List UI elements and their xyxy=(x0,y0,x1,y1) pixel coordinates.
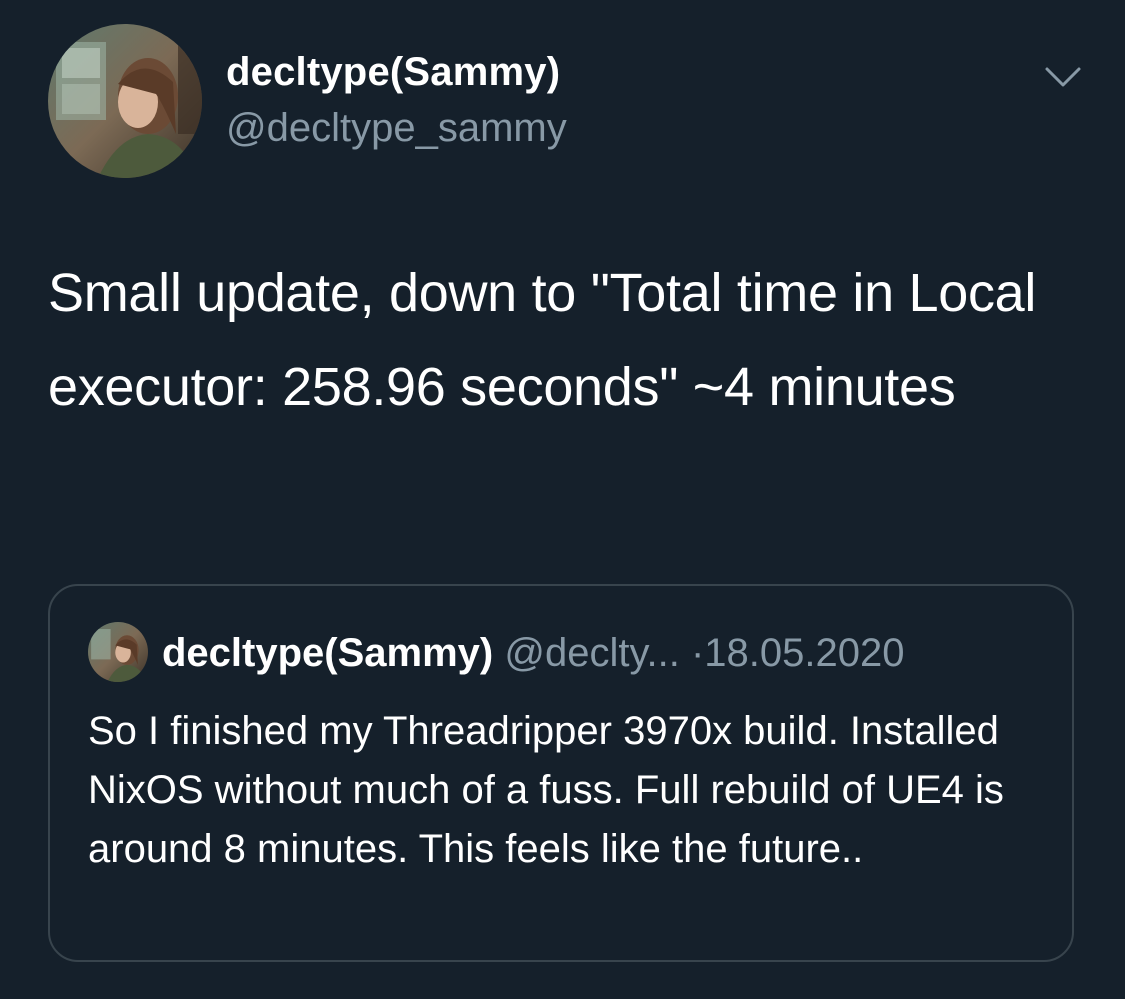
avatar-photo-icon xyxy=(88,622,148,682)
author-name[interactable]: decltype(Sammy) xyxy=(226,50,560,95)
quoted-tweet-card[interactable]: decltype(Sammy) @declty... ·18.05.2020 S… xyxy=(48,584,1074,962)
chevron-down-icon xyxy=(1045,67,1081,87)
avatar-photo-icon xyxy=(48,24,202,178)
quoted-tweet-header: decltype(Sammy) @declty... ·18.05.2020 xyxy=(162,628,904,678)
quoted-author-handle: @declty... xyxy=(504,631,680,675)
quoted-tweet-date: 18.05.2020 xyxy=(704,631,905,675)
tweet-menu-button[interactable] xyxy=(1040,60,1086,94)
author-handle[interactable]: @decltype_sammy xyxy=(226,106,567,151)
quoted-author-name: decltype(Sammy) xyxy=(162,631,494,675)
quoted-author-avatar xyxy=(88,622,148,682)
separator-dot: · xyxy=(690,631,705,675)
quoted-tweet-text: So I finished my Threadripper 3970x buil… xyxy=(88,709,1004,871)
tweet-text: Small update, down to "Total time in Loc… xyxy=(48,263,1037,417)
tweet: decltype(Sammy) @decltype_sammy Small up… xyxy=(0,0,1125,999)
author-avatar[interactable] xyxy=(48,24,202,178)
